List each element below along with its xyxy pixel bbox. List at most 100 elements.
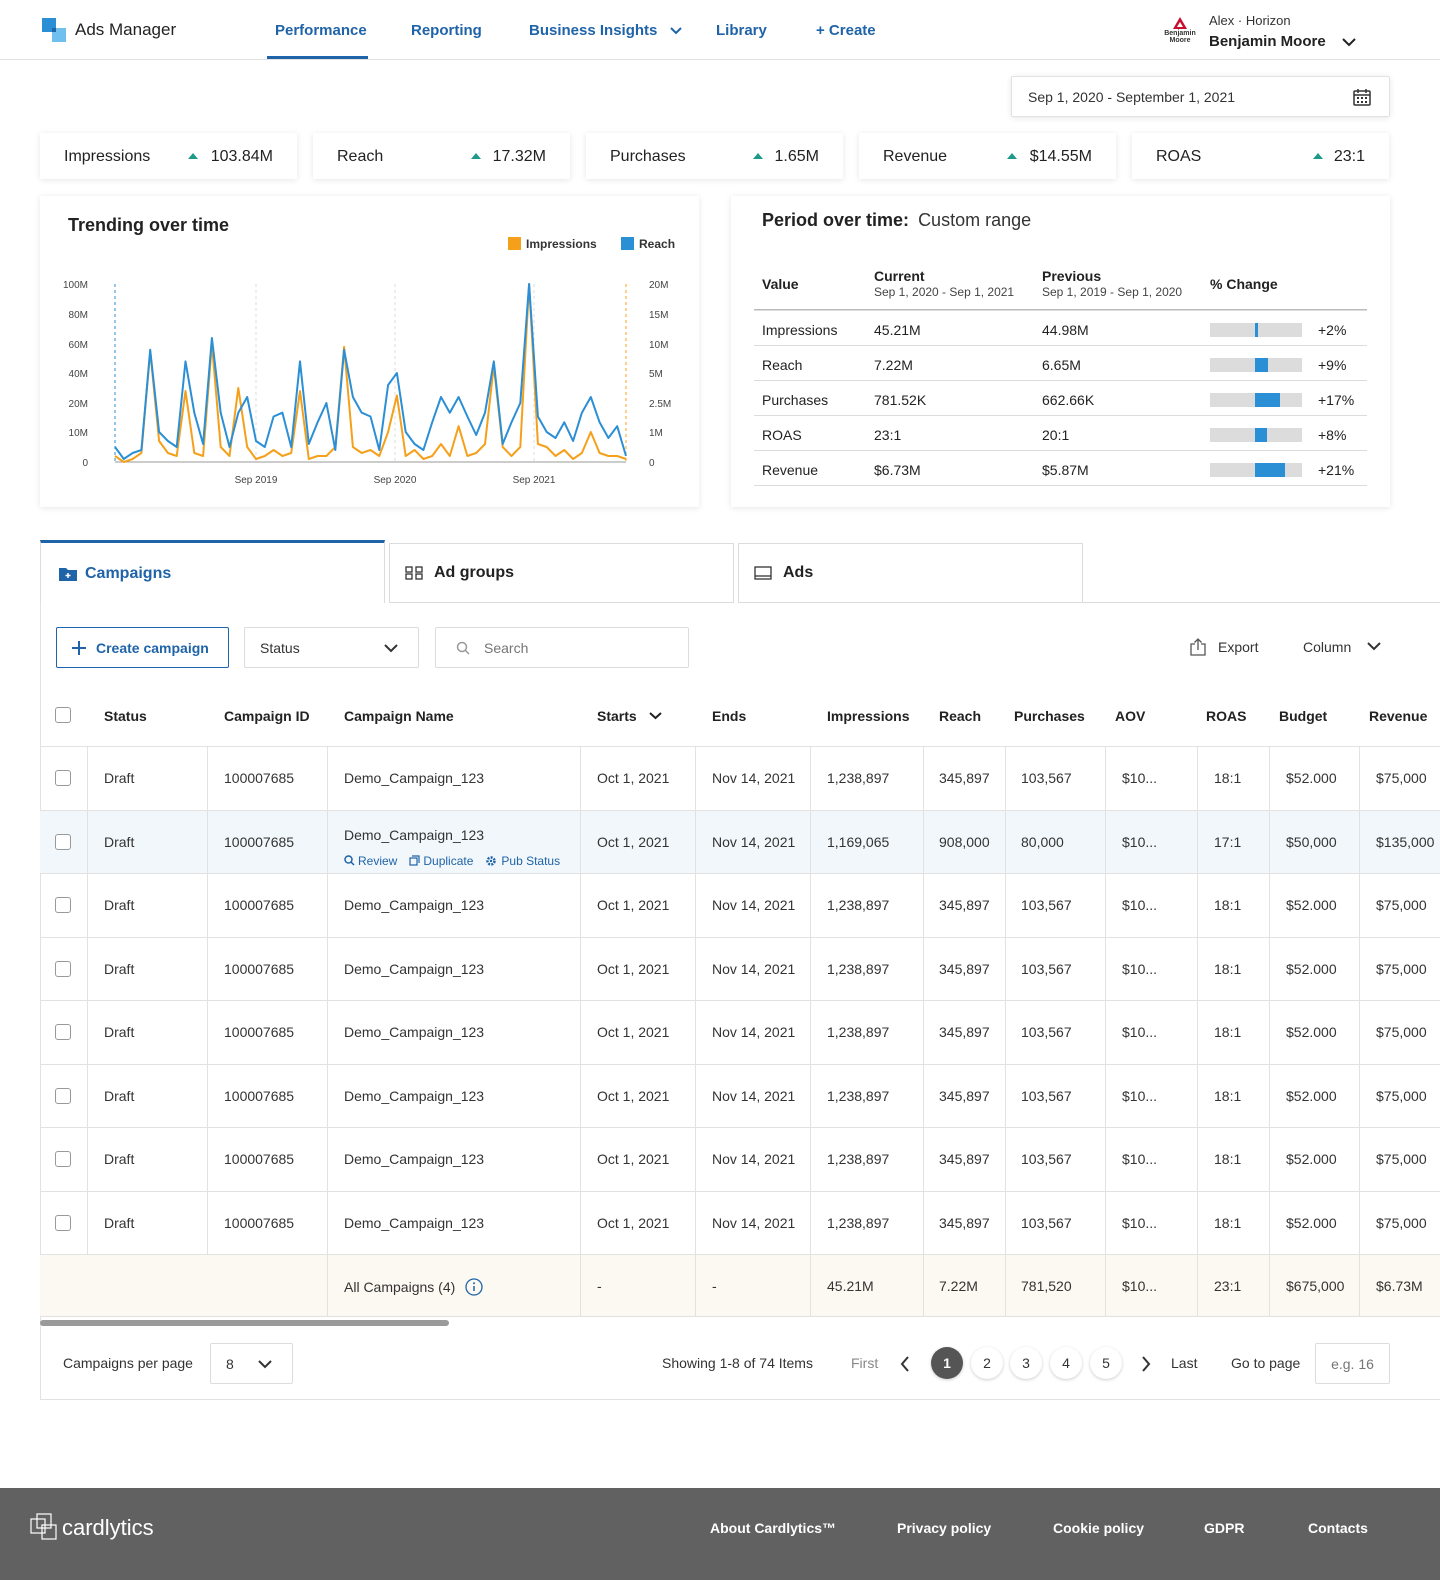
- chevron-left-icon[interactable]: [900, 1356, 910, 1372]
- footer-link-about[interactable]: About Cardlytics™: [710, 1520, 836, 1536]
- status-filter[interactable]: Status: [244, 627, 419, 668]
- table-row[interactable]: Draft 100007685 Demo_Campaign_123 Oct 1, 20…: [40, 936, 1440, 1001]
- cell-roas: 18:1: [1214, 1024, 1242, 1040]
- header-budget[interactable]: Budget: [1279, 708, 1327, 724]
- y-right-tick: 5M: [649, 369, 663, 380]
- horizontal-scrollbar[interactable]: [40, 1320, 449, 1326]
- x-tick: Sep 2021: [513, 475, 556, 486]
- date-range-picker[interactable]: Sep 1, 2020 - September 1, 2021: [1011, 76, 1390, 117]
- row-checkbox[interactable]: [55, 1151, 71, 1167]
- row-checkbox[interactable]: [55, 1024, 71, 1040]
- duplicate-action[interactable]: Duplicate: [409, 854, 473, 868]
- cell-campaign-name[interactable]: Demo_Campaign_123: [344, 1215, 484, 1231]
- search-input[interactable]: [484, 638, 674, 658]
- nav-performance[interactable]: Performance: [275, 22, 367, 39]
- table-row[interactable]: Draft 100007685 Demo_Campaign_123 Oct 1, 20…: [40, 1127, 1440, 1191]
- period-row-divider: [754, 380, 1367, 381]
- nav-business-insights[interactable]: Business Insights: [529, 22, 682, 39]
- change-bar-fill: [1255, 463, 1286, 477]
- search-box[interactable]: [435, 627, 689, 668]
- select-all-checkbox[interactable]: [55, 707, 71, 723]
- tab-ad-groups[interactable]: Ad groups: [389, 543, 734, 603]
- pub-status-action[interactable]: Pub Status: [485, 854, 560, 868]
- account-switcher[interactable]: Benjamin Moore: [1209, 33, 1356, 50]
- create-campaign-button[interactable]: Create campaign: [56, 627, 229, 668]
- header-ends[interactable]: Ends: [712, 708, 746, 724]
- cell-campaign-name[interactable]: Demo_Campaign_123: [344, 827, 484, 843]
- table-row[interactable]: Draft 100007685 Demo_Campaign_123 Oct 1, 20…: [40, 873, 1440, 937]
- nav-reporting[interactable]: Reporting: [411, 22, 482, 39]
- header-campaign-id[interactable]: Campaign ID: [224, 708, 310, 724]
- row-checkbox[interactable]: [55, 770, 71, 786]
- active-nav-indicator: [267, 56, 368, 59]
- cell-purchases: 103,567: [1021, 960, 1072, 977]
- row-checkbox[interactable]: [55, 833, 71, 850]
- row-checkbox[interactable]: [55, 1214, 71, 1231]
- chevron-right-icon[interactable]: [1141, 1356, 1151, 1372]
- y-right-tick: 10M: [649, 340, 668, 351]
- header-campaign-name[interactable]: Campaign Name: [344, 708, 454, 724]
- cell-starts: Oct 1, 2021: [597, 833, 670, 850]
- nav-library[interactable]: Library: [716, 22, 767, 39]
- cell-ends: Nov 14, 2021: [712, 1087, 796, 1104]
- header-impressions[interactable]: Impressions: [827, 708, 909, 724]
- page-1[interactable]: 1: [931, 1347, 963, 1379]
- cell-purchases: 103,567: [1021, 1151, 1072, 1167]
- cell-campaign-name[interactable]: Demo_Campaign_123: [344, 897, 484, 913]
- review-action[interactable]: Review: [344, 854, 397, 868]
- header-revenue[interactable]: Revenue: [1369, 708, 1427, 724]
- column-picker[interactable]: Column: [1303, 639, 1381, 655]
- per-page-select[interactable]: 8: [210, 1343, 293, 1384]
- header-status[interactable]: Status: [104, 708, 147, 724]
- row-checkbox[interactable]: [55, 960, 71, 977]
- brand-triangle-icon: [1173, 17, 1187, 29]
- header-reach[interactable]: Reach: [939, 708, 981, 724]
- header-aov[interactable]: AOV: [1115, 708, 1145, 724]
- cell-campaign-name[interactable]: Demo_Campaign_123: [344, 1088, 484, 1104]
- row-checkbox[interactable]: [55, 897, 71, 913]
- footer-link-contacts[interactable]: Contacts: [1308, 1520, 1368, 1536]
- header-starts[interactable]: Starts: [597, 708, 662, 724]
- page-2[interactable]: 2: [971, 1347, 1003, 1379]
- goto-page-input[interactable]: [1315, 1343, 1390, 1384]
- last-page-link[interactable]: Last: [1171, 1355, 1197, 1371]
- footer-link-gdpr[interactable]: GDPR: [1204, 1520, 1244, 1536]
- cell-campaign-name[interactable]: Demo_Campaign_123: [344, 770, 484, 786]
- page-3[interactable]: 3: [1010, 1347, 1042, 1379]
- cell-campaign-id: 100007685: [224, 897, 295, 913]
- page-4[interactable]: 4: [1050, 1347, 1082, 1379]
- export-button[interactable]: Export: [1190, 638, 1258, 656]
- tab-ads[interactable]: Ads: [738, 543, 1083, 603]
- row-checkbox[interactable]: [55, 1087, 71, 1104]
- cell-reach: 345,897: [939, 960, 990, 977]
- totals-roas: 23:1: [1214, 1278, 1242, 1294]
- table-row[interactable]: Draft 100007685 Demo_Campaign_123 Oct 1, 20…: [40, 1190, 1440, 1255]
- kpi-roas: ROAS 23:1: [1132, 133, 1389, 179]
- tab-campaigns[interactable]: Campaigns: [40, 540, 385, 603]
- table-row[interactable]: Draft 100007685 Demo_Campaign_123 Oct 1, 20…: [40, 1063, 1440, 1128]
- cell-reach: 345,897: [939, 1214, 990, 1231]
- cell-campaign-name[interactable]: Demo_Campaign_123: [344, 1024, 484, 1040]
- y-left-tick: 20M: [69, 399, 88, 410]
- chevron-down-icon: [1367, 642, 1381, 651]
- cell-ends: Nov 14, 2021: [712, 897, 796, 913]
- period-name: Reach: [762, 357, 803, 373]
- page-5[interactable]: 5: [1090, 1347, 1122, 1379]
- cell-campaign-name[interactable]: Demo_Campaign_123: [344, 1151, 484, 1167]
- nav-create[interactable]: + Create: [816, 22, 876, 39]
- footer-link-cookie[interactable]: Cookie policy: [1053, 1520, 1144, 1536]
- cell-aov: $10...: [1122, 1214, 1158, 1231]
- totals-label: All Campaigns (4): [344, 1278, 483, 1296]
- footer-link-privacy[interactable]: Privacy policy: [897, 1520, 991, 1536]
- header-roas[interactable]: ROAS: [1206, 708, 1246, 724]
- table-row[interactable]: Draft 100007685 Demo_Campaign_123 Oct 1, 20…: [40, 809, 1440, 874]
- header-purchases[interactable]: Purchases: [1014, 708, 1085, 724]
- change-bar: [1210, 393, 1302, 407]
- first-page-link[interactable]: First: [851, 1355, 878, 1371]
- cell-budget: $52.000: [1286, 897, 1337, 913]
- table-row[interactable]: Draft 100007685 Demo_Campaign_123 Oct 1, 20…: [40, 1000, 1440, 1064]
- column-label: Column: [1303, 639, 1352, 655]
- info-icon[interactable]: [465, 1278, 483, 1296]
- cell-campaign-name[interactable]: Demo_Campaign_123: [344, 961, 484, 977]
- table-row[interactable]: Draft 100007685 Demo_Campaign_123 Oct 1, 20…: [40, 746, 1440, 810]
